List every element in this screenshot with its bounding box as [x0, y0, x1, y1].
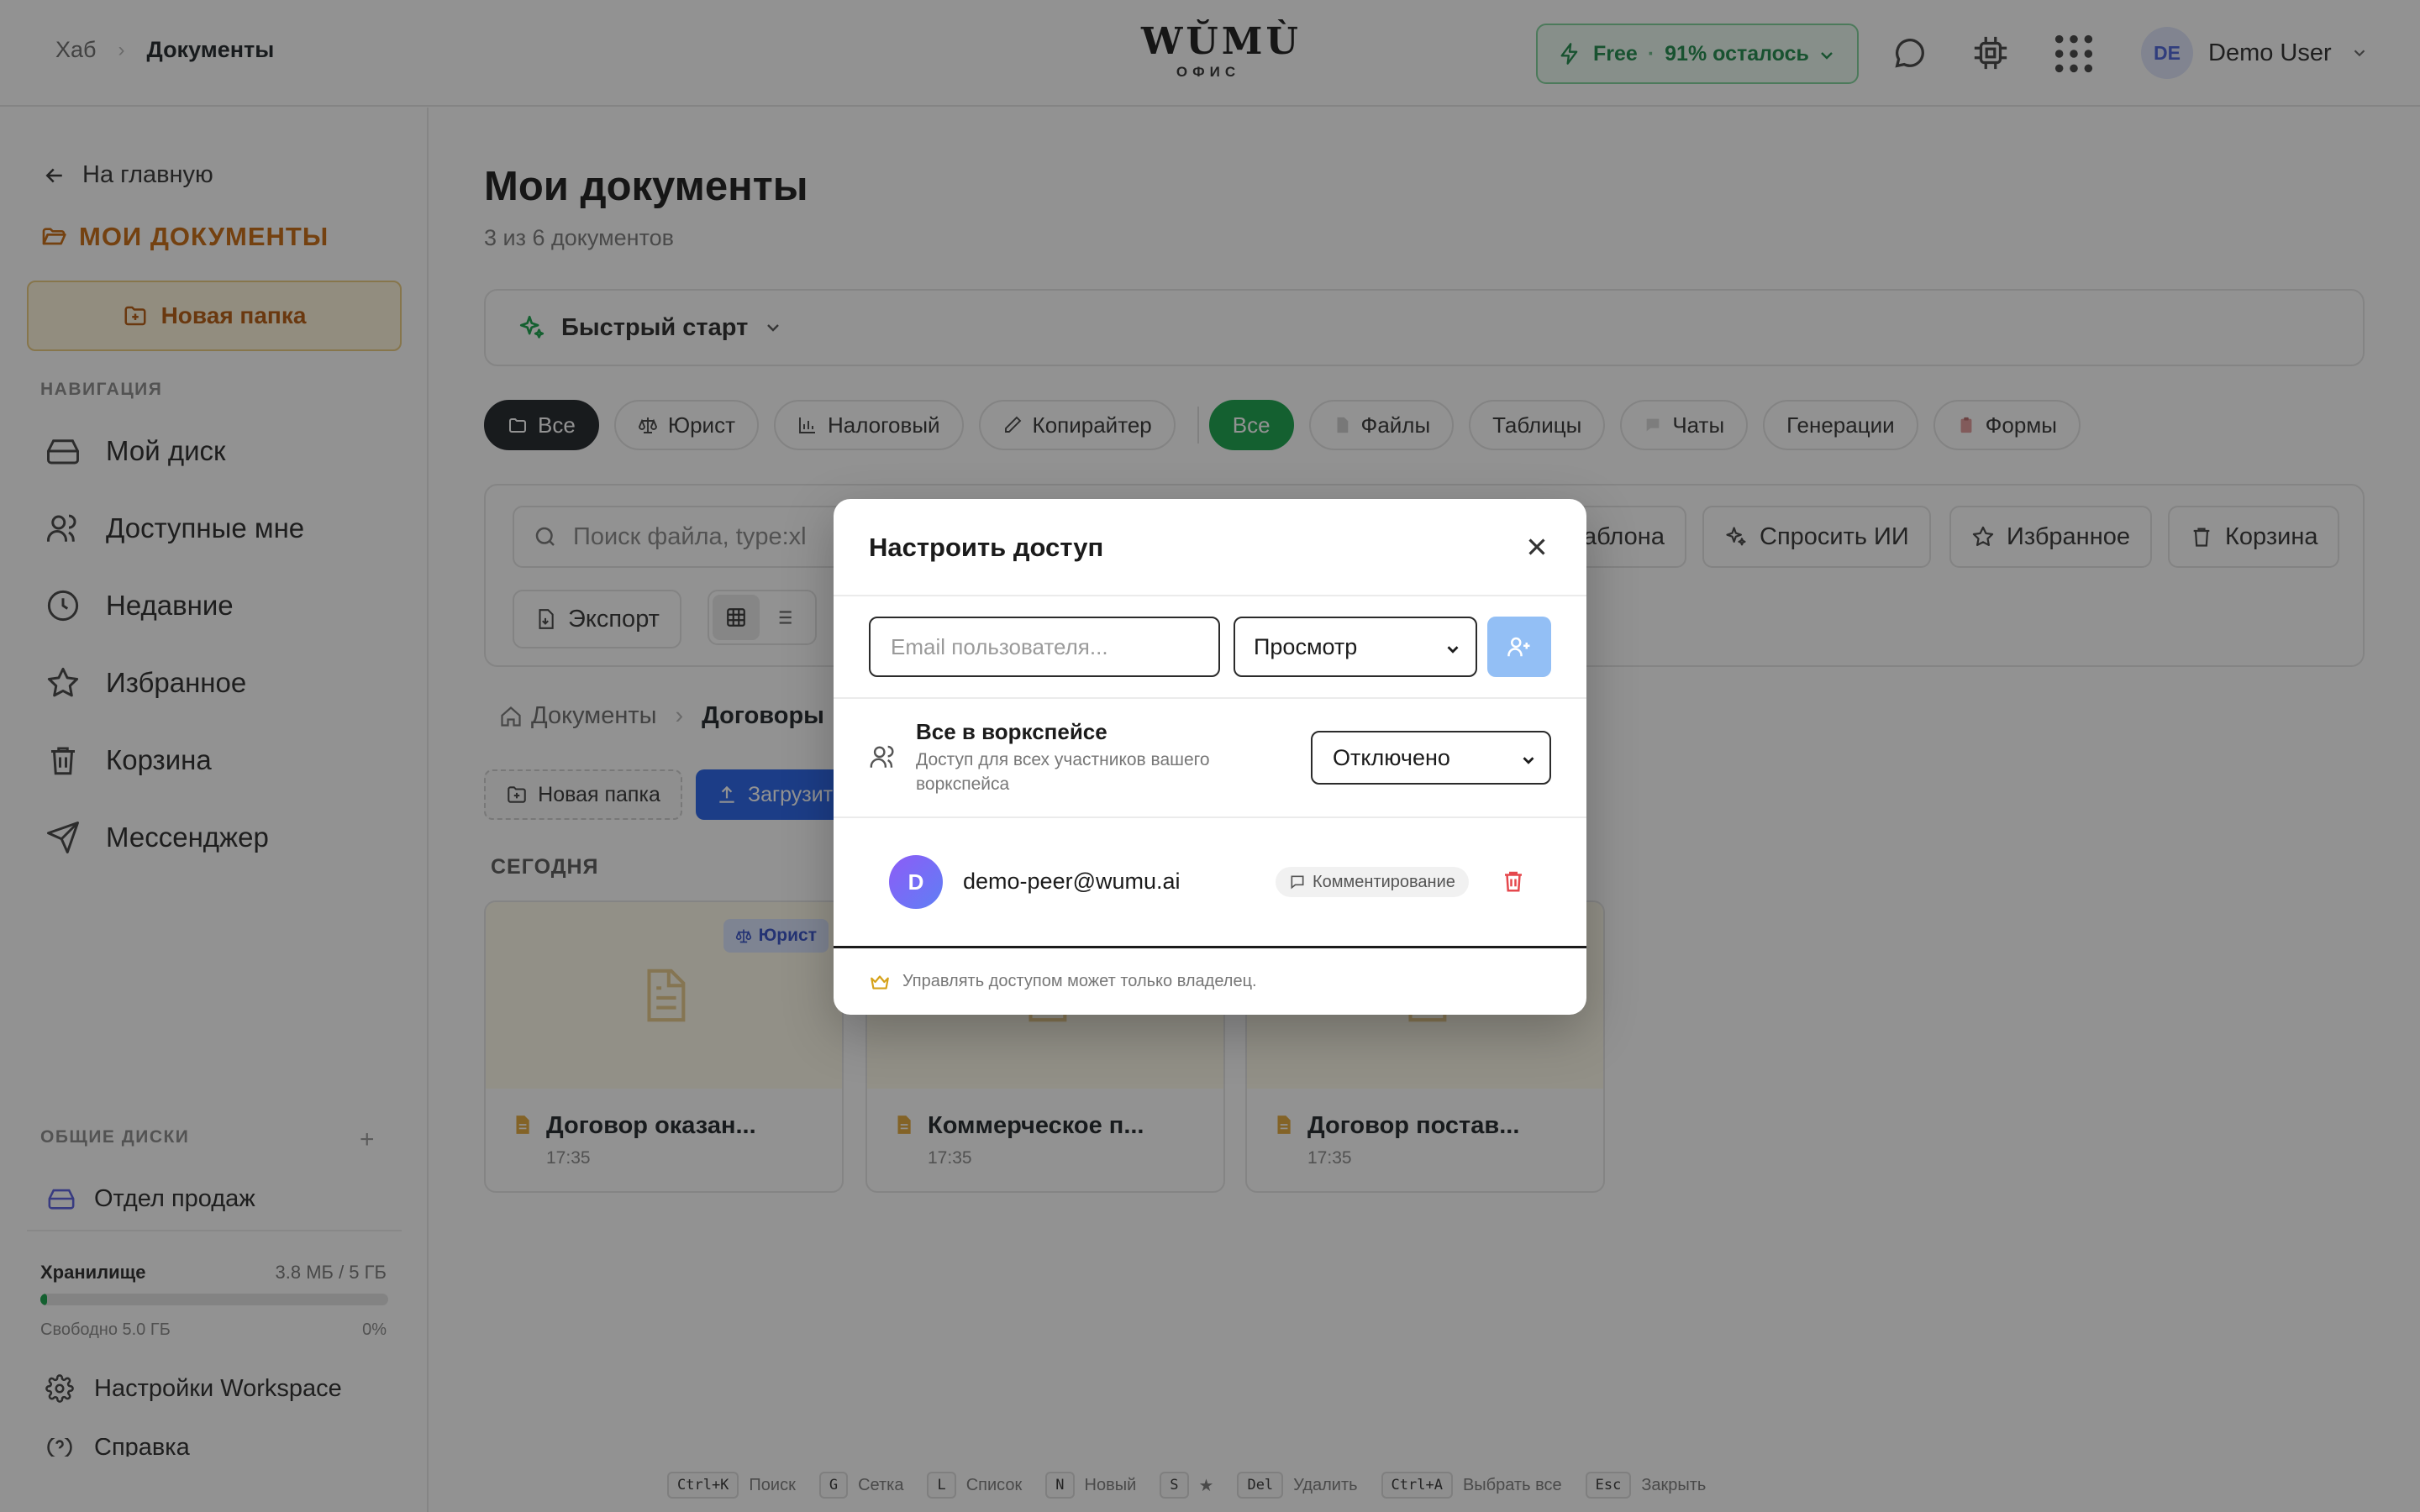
dialog-footer: Управлять доступом может только владелец… [834, 946, 1586, 1015]
email-input[interactable] [869, 617, 1220, 677]
avatar: D [889, 855, 943, 909]
dialog-divider [834, 816, 1586, 818]
shared-user-role-badge[interactable]: Комментирование [1276, 867, 1469, 897]
footer-note: Управлять доступом может только владелец… [902, 972, 1257, 990]
chevron-down-icon [1444, 640, 1462, 659]
shared-user-email: demo-peer@wumu.ai [963, 869, 1181, 894]
users-icon [869, 743, 897, 771]
role-select-value: Просмотр [1254, 633, 1358, 659]
share-access-dialog: Настроить доступ Просмотр Все в воркспей… [834, 499, 1586, 1015]
comment-icon [1289, 874, 1313, 890]
trash-icon[interactable] [1501, 869, 1526, 894]
shared-user-role-label: Комментирование [1313, 872, 1455, 891]
role-select[interactable]: Просмотр [1234, 617, 1477, 677]
close-icon[interactable] [1523, 533, 1551, 561]
crown-icon [869, 971, 902, 993]
add-user-button[interactable] [1487, 617, 1551, 677]
workspace-access-description: Доступ для всех участников вашего ворксп… [916, 750, 1210, 794]
workspace-access-select[interactable]: Отключено [1311, 731, 1551, 785]
dialog-divider [834, 697, 1586, 699]
dialog-title: Настроить доступ [869, 533, 1104, 562]
dialog-divider [834, 595, 1586, 596]
chevron-down-icon [1519, 751, 1538, 769]
workspace-access-title: Все в воркспейсе [916, 719, 1107, 744]
user-plus-icon [1507, 634, 1532, 659]
workspace-access-value: Отключено [1333, 744, 1450, 770]
